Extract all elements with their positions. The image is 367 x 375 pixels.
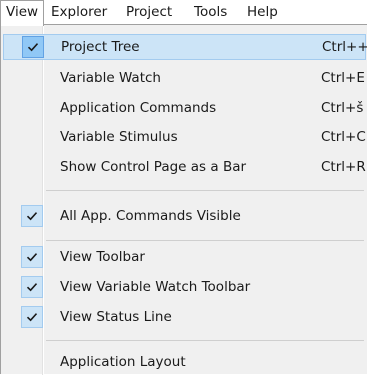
menu-item-view-toolbar[interactable]: View Toolbar: [3, 244, 366, 270]
menu-item-shortcut: Ctrl+R: [321, 159, 366, 175]
menu-item-all-app-commands-visible[interactable]: All App. Commands Visible: [3, 203, 366, 229]
menu-item-shortcut: Ctrl++: [322, 39, 367, 55]
check-box: [21, 205, 43, 227]
menu-item-label: Show Control Page as a Bar: [60, 159, 247, 175]
menu-help[interactable]: Help: [242, 0, 283, 24]
menu-item-label: Variable Watch: [60, 70, 161, 86]
menu-separator: [46, 190, 364, 191]
menu-item-label: All App. Commands Visible: [60, 208, 241, 224]
checkmark-icon: [26, 212, 38, 221]
menu-item-shortcut: Ctrl+E: [321, 70, 365, 86]
menu-item-application-commands[interactable]: Application Commands Ctrl+š: [3, 95, 366, 121]
menu-separator: [46, 340, 364, 341]
menu-item-view-status-line[interactable]: View Status Line: [3, 304, 366, 330]
menu-item-label: View Status Line: [60, 309, 172, 325]
checkmark-icon: [26, 313, 38, 322]
menu-bar: View Explorer Project Tools Help: [0, 0, 367, 26]
menu-item-label: Project Tree: [61, 39, 140, 55]
menu-view[interactable]: View: [0, 0, 45, 26]
view-dropdown-menu: Project Tree Ctrl++ Variable Watch Ctrl+…: [0, 24, 367, 375]
menu-explorer[interactable]: Explorer: [46, 0, 112, 24]
menu-item-label: Application Commands: [60, 100, 217, 116]
menu-item-label: View Toolbar: [60, 249, 145, 265]
menu-separator: [46, 240, 364, 241]
check-box: [21, 306, 43, 328]
checkmark-icon: [27, 43, 39, 52]
menu-item-view-variable-watch-toolbar[interactable]: View Variable Watch Toolbar: [3, 274, 366, 300]
menu-item-label: Application Layout: [60, 354, 186, 370]
menu-item-project-tree[interactable]: Project Tree Ctrl++: [3, 34, 367, 60]
check-box: [21, 276, 43, 298]
menu-item-variable-stimulus[interactable]: Variable Stimulus Ctrl+C: [3, 124, 366, 150]
check-box: [22, 36, 44, 58]
menu-item-show-control-page-as-bar[interactable]: Show Control Page as a Bar Ctrl+R: [3, 154, 366, 180]
check-box: [21, 246, 43, 268]
menu-item-label: Variable Stimulus: [60, 129, 178, 145]
menu-project[interactable]: Project: [121, 0, 177, 24]
menu-item-application-layout[interactable]: Application Layout: [3, 349, 366, 375]
menu-item-variable-watch[interactable]: Variable Watch Ctrl+E: [3, 65, 366, 91]
menu-tools[interactable]: Tools: [189, 0, 232, 24]
checkmark-icon: [26, 253, 38, 262]
menu-item-label: View Variable Watch Toolbar: [60, 279, 251, 295]
menu-item-shortcut: Ctrl+š: [321, 100, 364, 116]
checkmark-icon: [26, 283, 38, 292]
menu-item-shortcut: Ctrl+C: [321, 129, 366, 145]
